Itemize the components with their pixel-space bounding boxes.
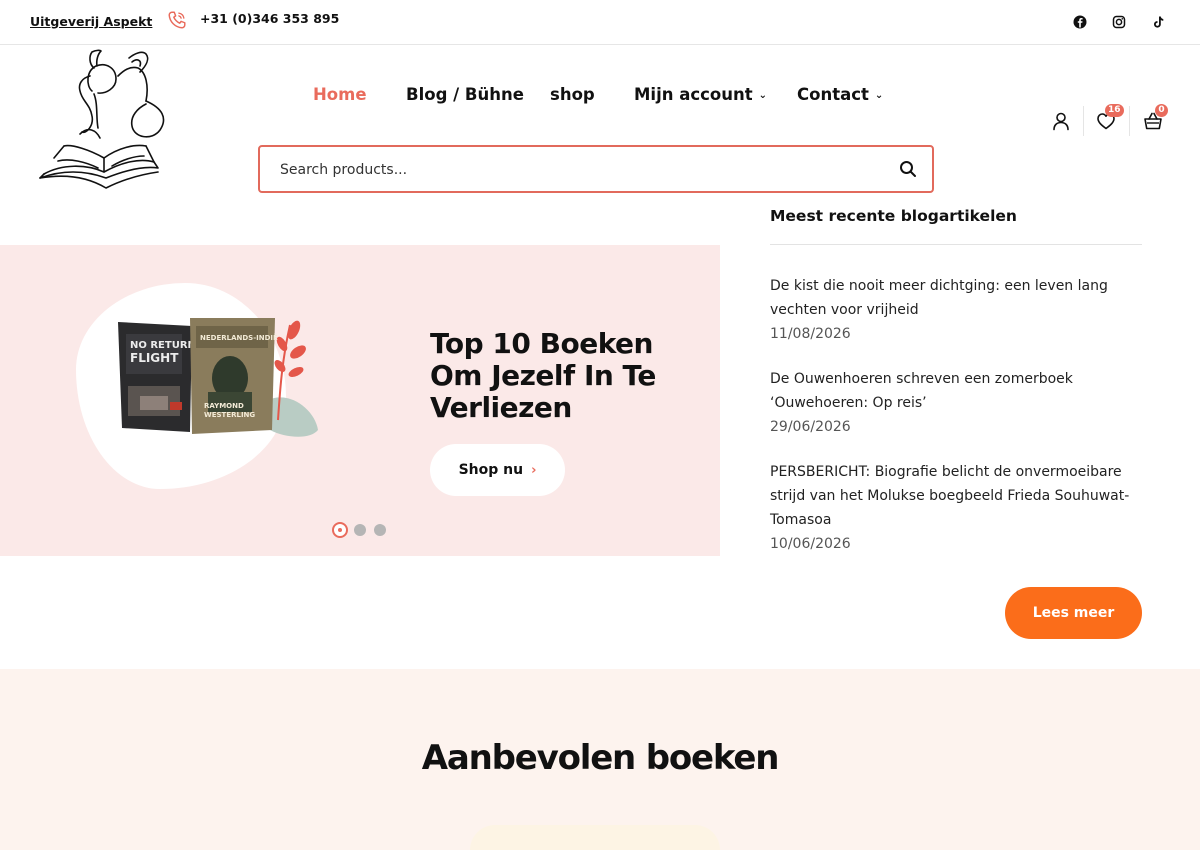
header-divider [1083,106,1084,136]
hero-slider: NO RETURN FLIGHT NEDERLANDS-INDIË RAYMON… [0,245,720,556]
chevron-down-icon: ⌄ [758,90,768,101]
nav-shop[interactable]: shop [550,85,595,104]
brand-link[interactable]: Uitgeverij Aspekt [30,14,152,29]
blog-heading: Meest recente blogartikelen [770,207,1017,225]
user-account-icon[interactable] [1050,110,1072,132]
wishlist-count-badge: 16 [1105,104,1124,117]
nav-blog[interactable]: Blog / Bühne [406,85,524,104]
nav-home-label: Home [313,85,367,104]
svg-text:RAYMOND: RAYMOND [204,402,244,410]
svg-text:NO RETURN: NO RETURN [130,340,196,351]
shop-now-button[interactable]: Shop nu › [430,444,565,496]
recommended-title: Aanbevolen boeken [421,738,780,778]
recommended-card-peek [470,825,720,850]
search-icon[interactable] [898,159,918,179]
phone-number[interactable]: +31 (0)346 353 895 [200,11,339,26]
nav-mijn-account-label: Mijn account [634,85,753,104]
blog-post: De kist die nooit meer dichtging: een le… [770,274,1142,346]
blog-post-title[interactable]: De kist die nooit meer dichtging: een le… [770,274,1142,322]
blog-post: De Ouwenhoeren schreven een zomerboek ‘O… [770,367,1142,439]
instagram-icon[interactable] [1111,14,1127,30]
search-box [258,145,934,193]
shop-now-label: Shop nu [458,462,524,478]
hero-title: Top 10 Boeken Om Jezelf In Te Verliezen [430,327,656,424]
hero-books-image[interactable]: NO RETURN FLIGHT NEDERLANDS-INDIË RAYMON… [100,300,330,450]
cart-count-badge: 0 [1155,104,1168,117]
slider-dot-2[interactable] [354,524,366,536]
site-logo[interactable] [34,46,174,196]
blog-post: PERSBERICHT: Biografie belicht de onverm… [770,460,1142,556]
blog-divider [770,244,1142,245]
blog-post-date: 29/06/2026 [770,419,851,435]
nav-shop-label: shop [550,85,595,104]
nav-contact[interactable]: Contact ⌄ [797,85,883,104]
facebook-icon[interactable] [1072,14,1088,30]
blog-post-date: 11/08/2026 [770,326,851,342]
nav-blog-label: Blog / Bühne [406,85,524,104]
nav-mijn-account[interactable]: Mijn account ⌄ [634,85,767,104]
phone-icon [168,11,186,29]
blog-post-title[interactable]: PERSBERICHT: Biografie belicht de onverm… [770,460,1142,532]
nav-contact-label: Contact [797,85,869,104]
svg-text:WESTERLING: WESTERLING [204,411,255,419]
blog-post-title[interactable]: De Ouwenhoeren schreven een zomerboek ‘O… [770,367,1142,415]
chevron-down-icon: ⌄ [874,90,884,101]
header-divider [1129,106,1130,136]
slider-dot-3[interactable] [374,524,386,536]
svg-text:NEDERLANDS-INDIË: NEDERLANDS-INDIË [200,333,278,342]
tiktok-icon[interactable] [1150,14,1166,30]
svg-text:FLIGHT: FLIGHT [130,351,179,365]
top-bar: Uitgeverij Aspekt +31 (0)346 353 895 [0,0,1200,45]
read-more-button[interactable]: Lees meer [1005,587,1142,639]
search-input[interactable] [280,159,880,181]
nav-home[interactable]: Home [313,85,367,104]
slider-dot-1[interactable] [332,522,348,538]
chevron-right-icon: › [531,463,537,478]
blog-post-date: 10/06/2026 [770,536,851,552]
